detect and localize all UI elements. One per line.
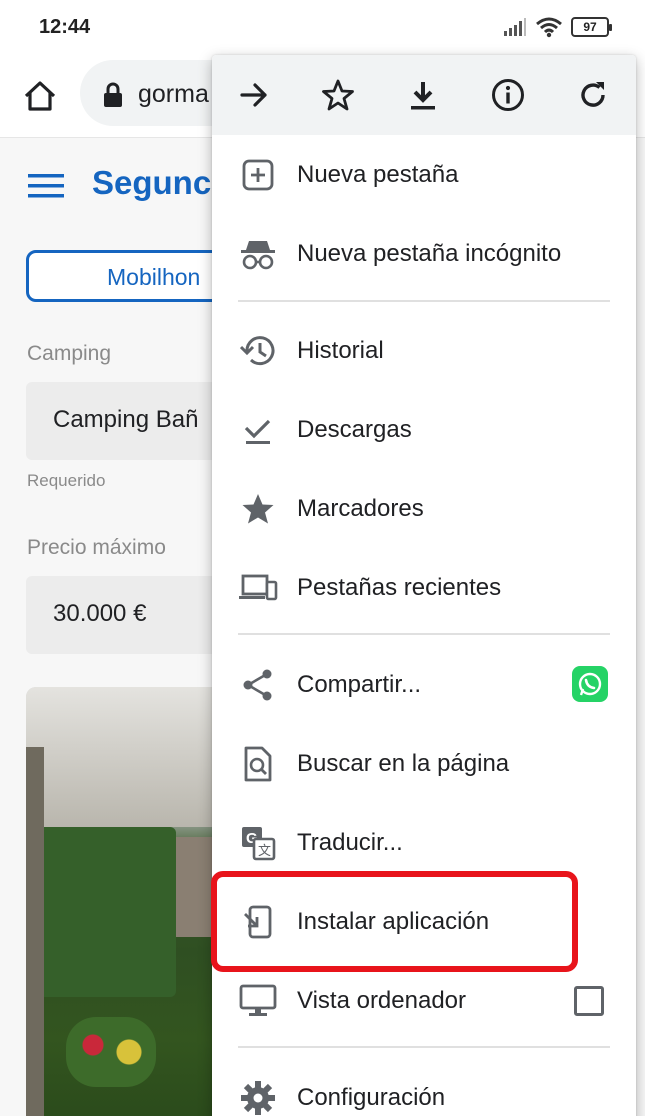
menu-item-bookmarks[interactable]: Marcadores [212, 470, 636, 548]
menu-item-translate[interactable]: G文 Traducir... [212, 804, 636, 882]
required-hint: Requerido [27, 471, 106, 490]
menu-item-history[interactable]: Historial [212, 312, 636, 390]
site-title: Segunc [92, 164, 212, 201]
wifi-icon [536, 17, 562, 38]
menu-item-recent-tabs[interactable]: Pestañas recientes [212, 549, 636, 627]
whatsapp-share-icon[interactable] [572, 666, 608, 702]
bookmarks-icon [238, 489, 278, 529]
camping-value: Camping Bañ [53, 406, 199, 433]
menu-item-find-in-page[interactable]: Buscar en la página [212, 725, 636, 803]
find-in-page-icon [238, 744, 278, 784]
menu-item-label: Buscar en la página [297, 750, 510, 777]
menu-item-label: Descargas [297, 416, 412, 443]
desktop-site-checkbox[interactable] [574, 986, 604, 1016]
menu-item-label: Compartir... [297, 671, 422, 698]
menu-item-label: Configuración [297, 1084, 446, 1111]
photo-hedge [36, 827, 176, 997]
recent-tabs-icon [238, 568, 278, 608]
menu-item-share[interactable]: Compartir... [212, 646, 636, 724]
translate-icon: G文 [238, 823, 278, 863]
menu-item-label: Pestañas recientes [297, 574, 502, 601]
forward-button[interactable] [234, 75, 274, 115]
menu-item-label: Historial [297, 337, 384, 364]
hamburger-menu-icon[interactable] [28, 172, 64, 200]
home-icon [24, 81, 56, 111]
photo-tree-trunk [26, 747, 44, 1116]
bookmark-button[interactable] [318, 75, 358, 115]
download-button[interactable] [403, 75, 443, 115]
tab-mobilhome-label: Mobilhon [107, 264, 201, 290]
menu-item-label: Traducir... [297, 829, 403, 856]
overflow-menu: Nueva pestaña Nueva pestaña incógnito Hi… [212, 55, 636, 1116]
url-text: gorma [138, 80, 209, 108]
downloads-icon [238, 410, 278, 450]
price-value: 30.000 € [53, 600, 147, 627]
status-time: 12:44 [39, 16, 91, 38]
new-tab-icon [238, 155, 278, 195]
menu-item-label: Vista ordenador [297, 987, 467, 1014]
info-icon [492, 79, 524, 111]
reload-button[interactable] [573, 75, 613, 115]
menu-divider [238, 1046, 610, 1048]
svg-text:文: 文 [258, 844, 271, 859]
menu-item-incognito-tab[interactable]: Nueva pestaña incógnito [212, 215, 636, 293]
price-label: Precio máximo [27, 536, 166, 559]
photo-flowers [66, 1017, 156, 1087]
battery-indicator: 97 [571, 17, 612, 37]
lock-icon [104, 82, 122, 107]
camping-label: Camping [27, 342, 112, 365]
signal-icon [504, 18, 526, 36]
menu-divider [238, 300, 610, 302]
menu-item-label: Instalar aplicación [297, 908, 490, 935]
desktop-icon [238, 981, 278, 1021]
status-bar: 12:44 97 [0, 0, 645, 56]
star-icon [322, 79, 354, 111]
menu-item-label: Marcadores [297, 495, 424, 522]
share-icon [238, 665, 278, 705]
settings-icon [238, 1078, 278, 1116]
menu-divider [238, 633, 610, 635]
menu-item-label: Nueva pestaña incógnito [297, 240, 562, 267]
menu-item-settings[interactable]: Configuración [212, 1059, 636, 1116]
page-info-button[interactable] [488, 75, 528, 115]
home-button[interactable] [20, 76, 60, 116]
status-icons: 97 [503, 16, 612, 38]
menu-item-downloads[interactable]: Descargas [212, 391, 636, 469]
menu-item-new-tab[interactable]: Nueva pestaña [212, 136, 636, 214]
incognito-icon [238, 234, 278, 274]
download-icon [411, 82, 435, 110]
menu-item-label: Nueva pestaña [297, 161, 459, 188]
menu-action-bar [212, 55, 636, 135]
reload-icon [581, 82, 605, 107]
menu-item-desktop-site[interactable]: Vista ordenador [212, 962, 636, 1040]
install-app-icon [238, 902, 278, 942]
history-icon [238, 331, 278, 371]
forward-icon [240, 83, 267, 107]
menu-item-install-app[interactable]: Instalar aplicación [212, 883, 636, 961]
